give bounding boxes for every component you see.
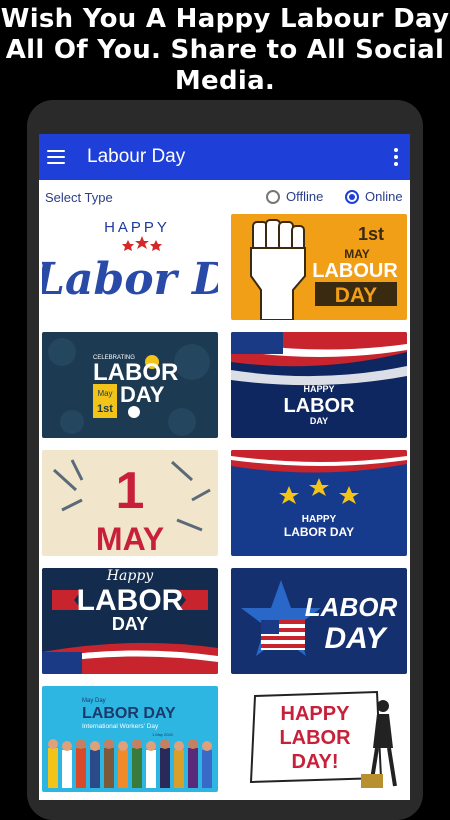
card4-text-labor: LABOR <box>283 395 355 417</box>
card3-text-day: DAY <box>120 382 165 407</box>
card2-text-1st: 1st <box>358 224 384 244</box>
radio-online-circle[interactable] <box>345 189 359 204</box>
card-happy-labor-day-banner[interactable]: HAPPY LABOR DAY! <box>231 686 407 792</box>
card10-text-labor: LABOR <box>279 727 351 749</box>
card9-text-mayday: May Day <box>82 698 106 704</box>
american-flag-icon <box>261 620 305 650</box>
hamburger-icon[interactable] <box>47 150 65 164</box>
card5-text-1: 1 <box>116 462 145 520</box>
card-celebrating-labor-day[interactable]: CELEBRATING LABOR DAY May 1st <box>42 332 218 438</box>
app-bar: Labour Day <box>39 134 410 180</box>
card8-text-labor: LABOR <box>305 592 398 622</box>
card5-text-may: MAY <box>96 521 164 556</box>
card-happy-labor-day-stars[interactable]: HAPPY LABOR DAY <box>231 450 407 556</box>
logo-icon <box>128 406 140 418</box>
card-1st-may-labour-day[interactable]: 1st MAY LABOUR DAY <box>231 214 407 320</box>
card6-text-happy: HAPPY <box>302 514 337 525</box>
card1-text-happy: HAPPY <box>104 219 170 236</box>
card-happy-labor-day-flag[interactable]: HAPPY LABOR DAY <box>231 332 407 438</box>
app-screen: Labour Day Select Type Offline Online HA… <box>39 134 410 800</box>
select-type-label: Select Type <box>45 189 113 205</box>
card-happy-labor-day-ribbon[interactable]: Happy LABOR DAY <box>42 568 218 674</box>
card2-text-may: MAY <box>344 247 370 261</box>
card10-text-happy: HAPPY <box>281 703 351 725</box>
card1-text-labor-day: Labor Day <box>42 254 218 305</box>
card4-text-day: DAY <box>310 416 328 426</box>
card-labor-day-star-flag[interactable]: LABOR DAY <box>231 568 407 674</box>
more-vert-icon[interactable] <box>394 148 398 166</box>
card7-text-day: DAY <box>112 614 148 634</box>
card2-text-day: DAY <box>335 284 377 307</box>
radio-offline-circle[interactable] <box>266 189 280 204</box>
card7-text-happy: Happy <box>106 568 154 584</box>
card3-text-may: May <box>97 389 112 398</box>
app-title: Labour Day <box>87 146 186 167</box>
radio-online-label: Online <box>365 189 403 204</box>
card6-text-labor-day: LABOR DAY <box>284 525 354 539</box>
type-selector: Select Type Offline Online <box>39 180 410 214</box>
card4-text-happy: HAPPY <box>303 384 334 394</box>
radio-offline[interactable]: Offline <box>266 189 323 204</box>
card-international-workers-day[interactable]: May Day LABOR DAY International Workers'… <box>42 686 218 792</box>
card2-text-labour: LABOUR <box>312 260 398 282</box>
card8-text-day: DAY <box>324 622 388 655</box>
card9-text-labor-day: LABOR DAY <box>82 705 176 722</box>
card7-text-labor: LABOR <box>77 584 184 617</box>
card-1-may-tools[interactable]: 1 MAY <box>42 450 218 556</box>
card-labor-day-script[interactable]: HAPPY Labor Day <box>42 214 218 320</box>
card10-text-day: DAY! <box>291 751 338 773</box>
radio-online[interactable]: Online <box>345 189 403 204</box>
promo-headline: Wish You A Happy Labour Day All Of You. … <box>0 4 450 97</box>
promo-line-2: All Of You. Share to All Social <box>5 35 445 65</box>
promo-line-1: Wish You A Happy Labour Day <box>0 4 450 34</box>
card9-text-intl: International Workers' Day <box>82 723 159 730</box>
card9-text-date: 1 May 2020 <box>152 732 174 737</box>
radio-offline-label: Offline <box>286 189 324 204</box>
card3-text-1st: 1st <box>97 403 113 415</box>
promo-line-3: Media. <box>174 66 276 96</box>
